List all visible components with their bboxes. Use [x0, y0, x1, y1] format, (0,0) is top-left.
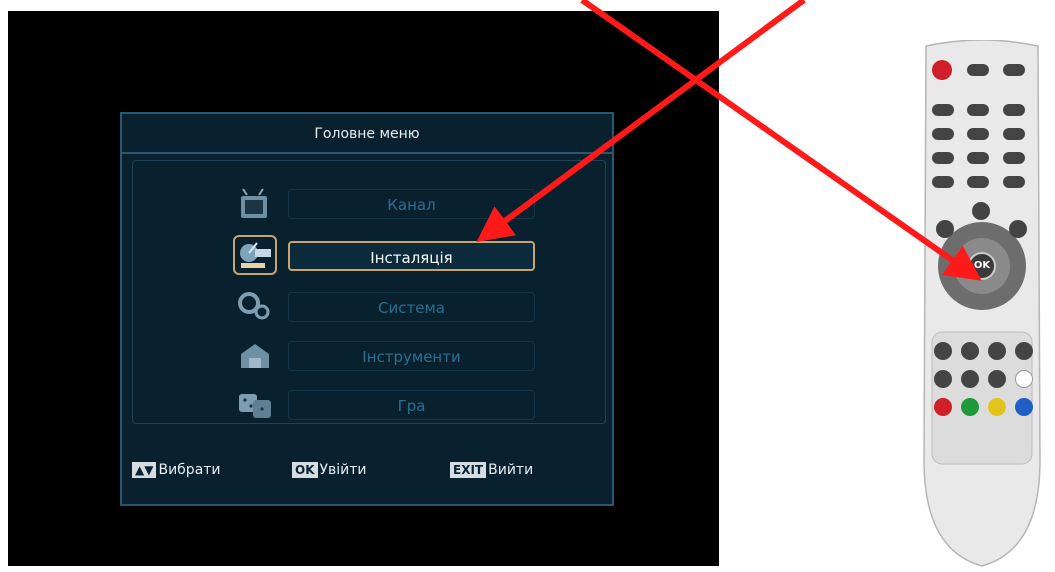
sat-button[interactable]	[961, 342, 979, 360]
menu-button[interactable]	[936, 220, 954, 238]
exit-key: EXIT	[450, 462, 487, 478]
text-button[interactable]	[1015, 370, 1033, 388]
pn-button[interactable]	[988, 342, 1006, 360]
key-4[interactable]	[932, 128, 954, 140]
menu-item-system[interactable]: Система	[288, 292, 535, 322]
key-8[interactable]	[967, 152, 989, 164]
ok-key: OK	[292, 462, 318, 478]
blue-button[interactable]	[1015, 398, 1033, 416]
key-9[interactable]	[1003, 152, 1025, 164]
tv-screen: Головне меню Канал Інсталяція Система Ін…	[8, 11, 719, 566]
menu-item-channel[interactable]: Канал	[288, 189, 535, 219]
key-5[interactable]	[967, 128, 989, 140]
mute-button[interactable]	[1003, 64, 1025, 76]
hint-exit-label: Вийти	[488, 462, 534, 478]
tvsat-button[interactable]	[1015, 342, 1033, 360]
yellow-button[interactable]	[988, 398, 1006, 416]
key-back[interactable]	[1003, 176, 1025, 188]
menu-footer: ▲▼ Вибрати OK Увійти EXIT Вийти	[122, 454, 612, 490]
help-button[interactable]	[988, 370, 1006, 388]
remote-control: OK	[916, 39, 1048, 568]
hint-select-label: Вибрати	[158, 462, 221, 478]
hint-exit: EXIT Вийти	[450, 462, 533, 478]
power-button[interactable]	[932, 60, 952, 80]
hint-select: ▲▼ Вибрати	[132, 462, 221, 478]
dice-icon	[233, 384, 277, 424]
f2-button[interactable]	[961, 370, 979, 388]
exit-button[interactable]	[1009, 220, 1027, 238]
red-button[interactable]	[934, 398, 952, 416]
key-2[interactable]	[967, 104, 989, 116]
ok-button[interactable]: OK	[968, 252, 996, 280]
key-3[interactable]	[1003, 104, 1025, 116]
menu-item-tools[interactable]: Інструменти	[288, 341, 535, 371]
hint-enter-label: Увійти	[319, 462, 367, 478]
key-1[interactable]	[932, 104, 954, 116]
menu-item-game[interactable]: Гра	[288, 390, 535, 420]
tv-icon	[233, 186, 277, 226]
updown-key: ▲▼	[132, 462, 157, 478]
key-6[interactable]	[1003, 128, 1025, 140]
uhf-button[interactable]	[967, 64, 989, 76]
key-7[interactable]	[932, 152, 954, 164]
f1-button[interactable]	[934, 370, 952, 388]
menu-title: Головне меню	[122, 114, 612, 154]
satellite-icon	[233, 235, 277, 275]
gears-icon	[233, 286, 277, 326]
main-menu: Головне меню Канал Інсталяція Система Ін…	[120, 112, 614, 506]
menu-item-installation[interactable]: Інсталяція	[288, 241, 535, 271]
tools-icon	[233, 336, 277, 376]
green-button[interactable]	[961, 398, 979, 416]
key-info[interactable]	[932, 176, 954, 188]
fav-button[interactable]	[934, 342, 952, 360]
menu-list: Канал Інсталяція Система Інструменти Гра	[132, 160, 606, 424]
hint-enter: OK Увійти	[292, 462, 367, 478]
key-0[interactable]	[967, 176, 989, 188]
epg-button[interactable]	[972, 202, 990, 220]
